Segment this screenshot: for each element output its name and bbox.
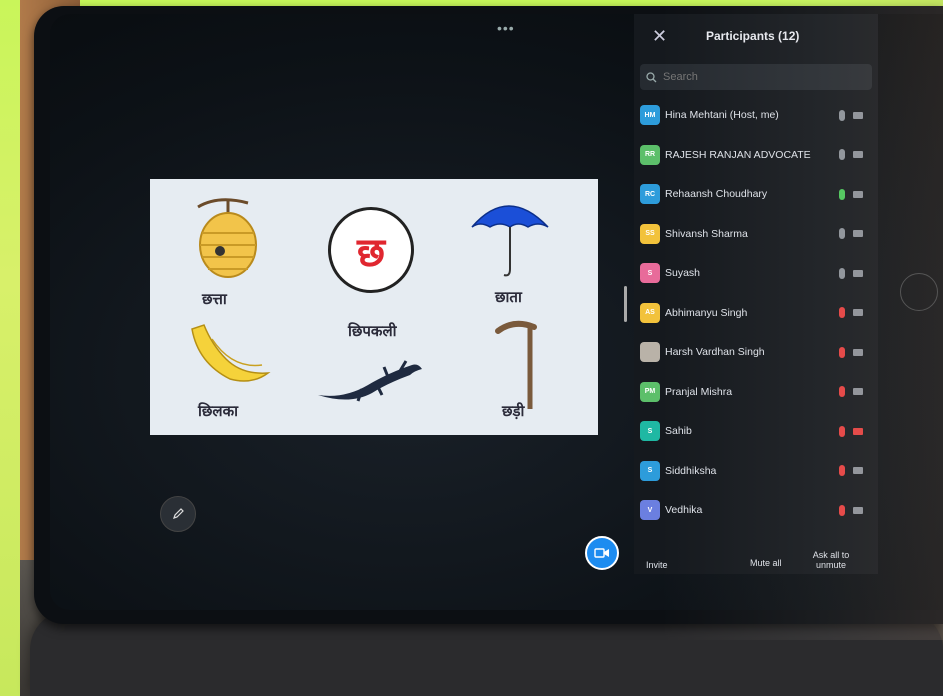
pencil-icon [173, 508, 184, 519]
video-camera-icon [594, 548, 609, 558]
word-umbrella: छाता [495, 288, 522, 306]
participant-name: Harsh Vardhan Singh [665, 346, 765, 358]
camera-icon [853, 190, 863, 198]
participant-name: Rehaansh Choudhary [665, 188, 768, 200]
camera-icon [853, 427, 863, 435]
microphone-icon [839, 386, 845, 397]
participant-name: Abhimanyu Singh [665, 306, 748, 319]
microphone-icon [839, 228, 845, 239]
camera-icon [853, 506, 863, 514]
camera-icon [853, 151, 863, 158]
avatar: PM [640, 381, 660, 402]
avatar: HM [640, 105, 660, 125]
panel-title: Participants (12) [706, 29, 800, 43]
participant-name: Vedhika [665, 504, 703, 516]
avatar: S [640, 460, 660, 481]
avatar: V [640, 500, 660, 520]
avatar: RC [640, 184, 660, 204]
participant-name: Sahib [665, 425, 692, 437]
walking-stick-image [495, 320, 537, 409]
shared-slide: छत्ता छ छिपकली छाता छिलका छड़ी [150, 179, 598, 435]
participant-row[interactable]: AS Abhimanyu Singh [640, 298, 872, 328]
word-stick: छड़ी [502, 402, 525, 420]
background-left [0, 0, 20, 696]
microphone-icon [839, 425, 845, 437]
microphone-icon [839, 188, 845, 200]
participant-row[interactable]: HM Hina Mehtani (Host, me) [640, 100, 872, 130]
microphone-icon [839, 346, 845, 358]
microphone-icon [839, 109, 845, 121]
microphone-icon [839, 267, 845, 279]
camera-icon [853, 269, 863, 277]
participant-name: RAJESH RANJAN ADVOCATE [665, 148, 811, 161]
annotate-pencil-button[interactable] [160, 496, 196, 532]
word-beehive: छत्ता [202, 290, 227, 308]
invite-button[interactable]: Invite [646, 560, 668, 570]
camera-icon [853, 230, 863, 237]
camera-icon [853, 467, 863, 474]
word-lizard: छिपकली [348, 322, 397, 340]
participant-row[interactable]: S Suyash [640, 258, 872, 288]
lizard-image [318, 360, 422, 402]
ask-all-to-unmute-button[interactable]: Ask all to unmute [806, 550, 856, 570]
home-button[interactable] [900, 273, 938, 311]
panel-header: ✕ Participants (12) [634, 26, 878, 48]
close-icon[interactable]: ✕ [652, 26, 667, 47]
center-letter: छ [328, 207, 414, 293]
microphone-icon [839, 149, 845, 160]
camera-icon [853, 111, 863, 119]
search-box[interactable] [640, 64, 872, 90]
word-peel: छिलका [198, 402, 238, 420]
participant-row[interactable]: PM Pranjal Mishra [640, 377, 872, 407]
panel-resize-handle[interactable] [624, 286, 627, 322]
panel-footer: Invite Mute all Ask all to unmute [634, 544, 878, 574]
video-toggle-button[interactable] [585, 536, 619, 570]
participant-row[interactable]: S Siddhiksha [640, 456, 872, 486]
camera-icon [853, 348, 863, 356]
more-options-dots[interactable]: ••• [497, 20, 515, 36]
mute-all-button[interactable]: Mute all [750, 558, 782, 568]
peel-image [191, 324, 271, 382]
participants-panel: ✕ Participants (12) HM Hina Mehtani (Host… [634, 14, 878, 574]
participant-row[interactable]: V Vedhika [640, 495, 872, 525]
microphone-icon [839, 504, 845, 516]
participant-row[interactable]: RR RAJESH RANJAN ADVOCATE [640, 140, 872, 170]
participant-name: Shivansh Sharma [665, 227, 748, 240]
beehive-image [197, 198, 257, 278]
participant-row[interactable]: SS Shivansh Sharma [640, 219, 872, 249]
participant-row[interactable]: RC Rehaansh Choudhary [640, 179, 872, 209]
avatar [640, 342, 660, 362]
avatar: SS [640, 223, 660, 244]
avatar: S [640, 421, 660, 441]
participant-name: Siddhiksha [665, 464, 717, 477]
participant-name: Suyash [665, 267, 701, 279]
participant-name: Hina Mehtani (Host, me) [665, 109, 779, 121]
avatar: S [640, 263, 660, 283]
microphone-icon [839, 307, 845, 318]
tablet-screen: ••• छत्ता छ छिपकली छाता छिलका छड़ी ✕ Par… [50, 14, 943, 610]
camera-icon [853, 309, 863, 316]
avatar: AS [640, 302, 660, 323]
participant-row[interactable]: S Sahib [640, 416, 872, 446]
umbrella-image [471, 205, 549, 277]
camera-icon [853, 388, 863, 395]
search-input[interactable] [661, 70, 845, 84]
microphone-icon [839, 465, 845, 476]
avatar: RR [640, 144, 660, 165]
participant-row[interactable]: Harsh Vardhan Singh [640, 337, 872, 367]
participant-name: Pranjal Mishra [665, 385, 733, 398]
search-icon [646, 71, 657, 82]
